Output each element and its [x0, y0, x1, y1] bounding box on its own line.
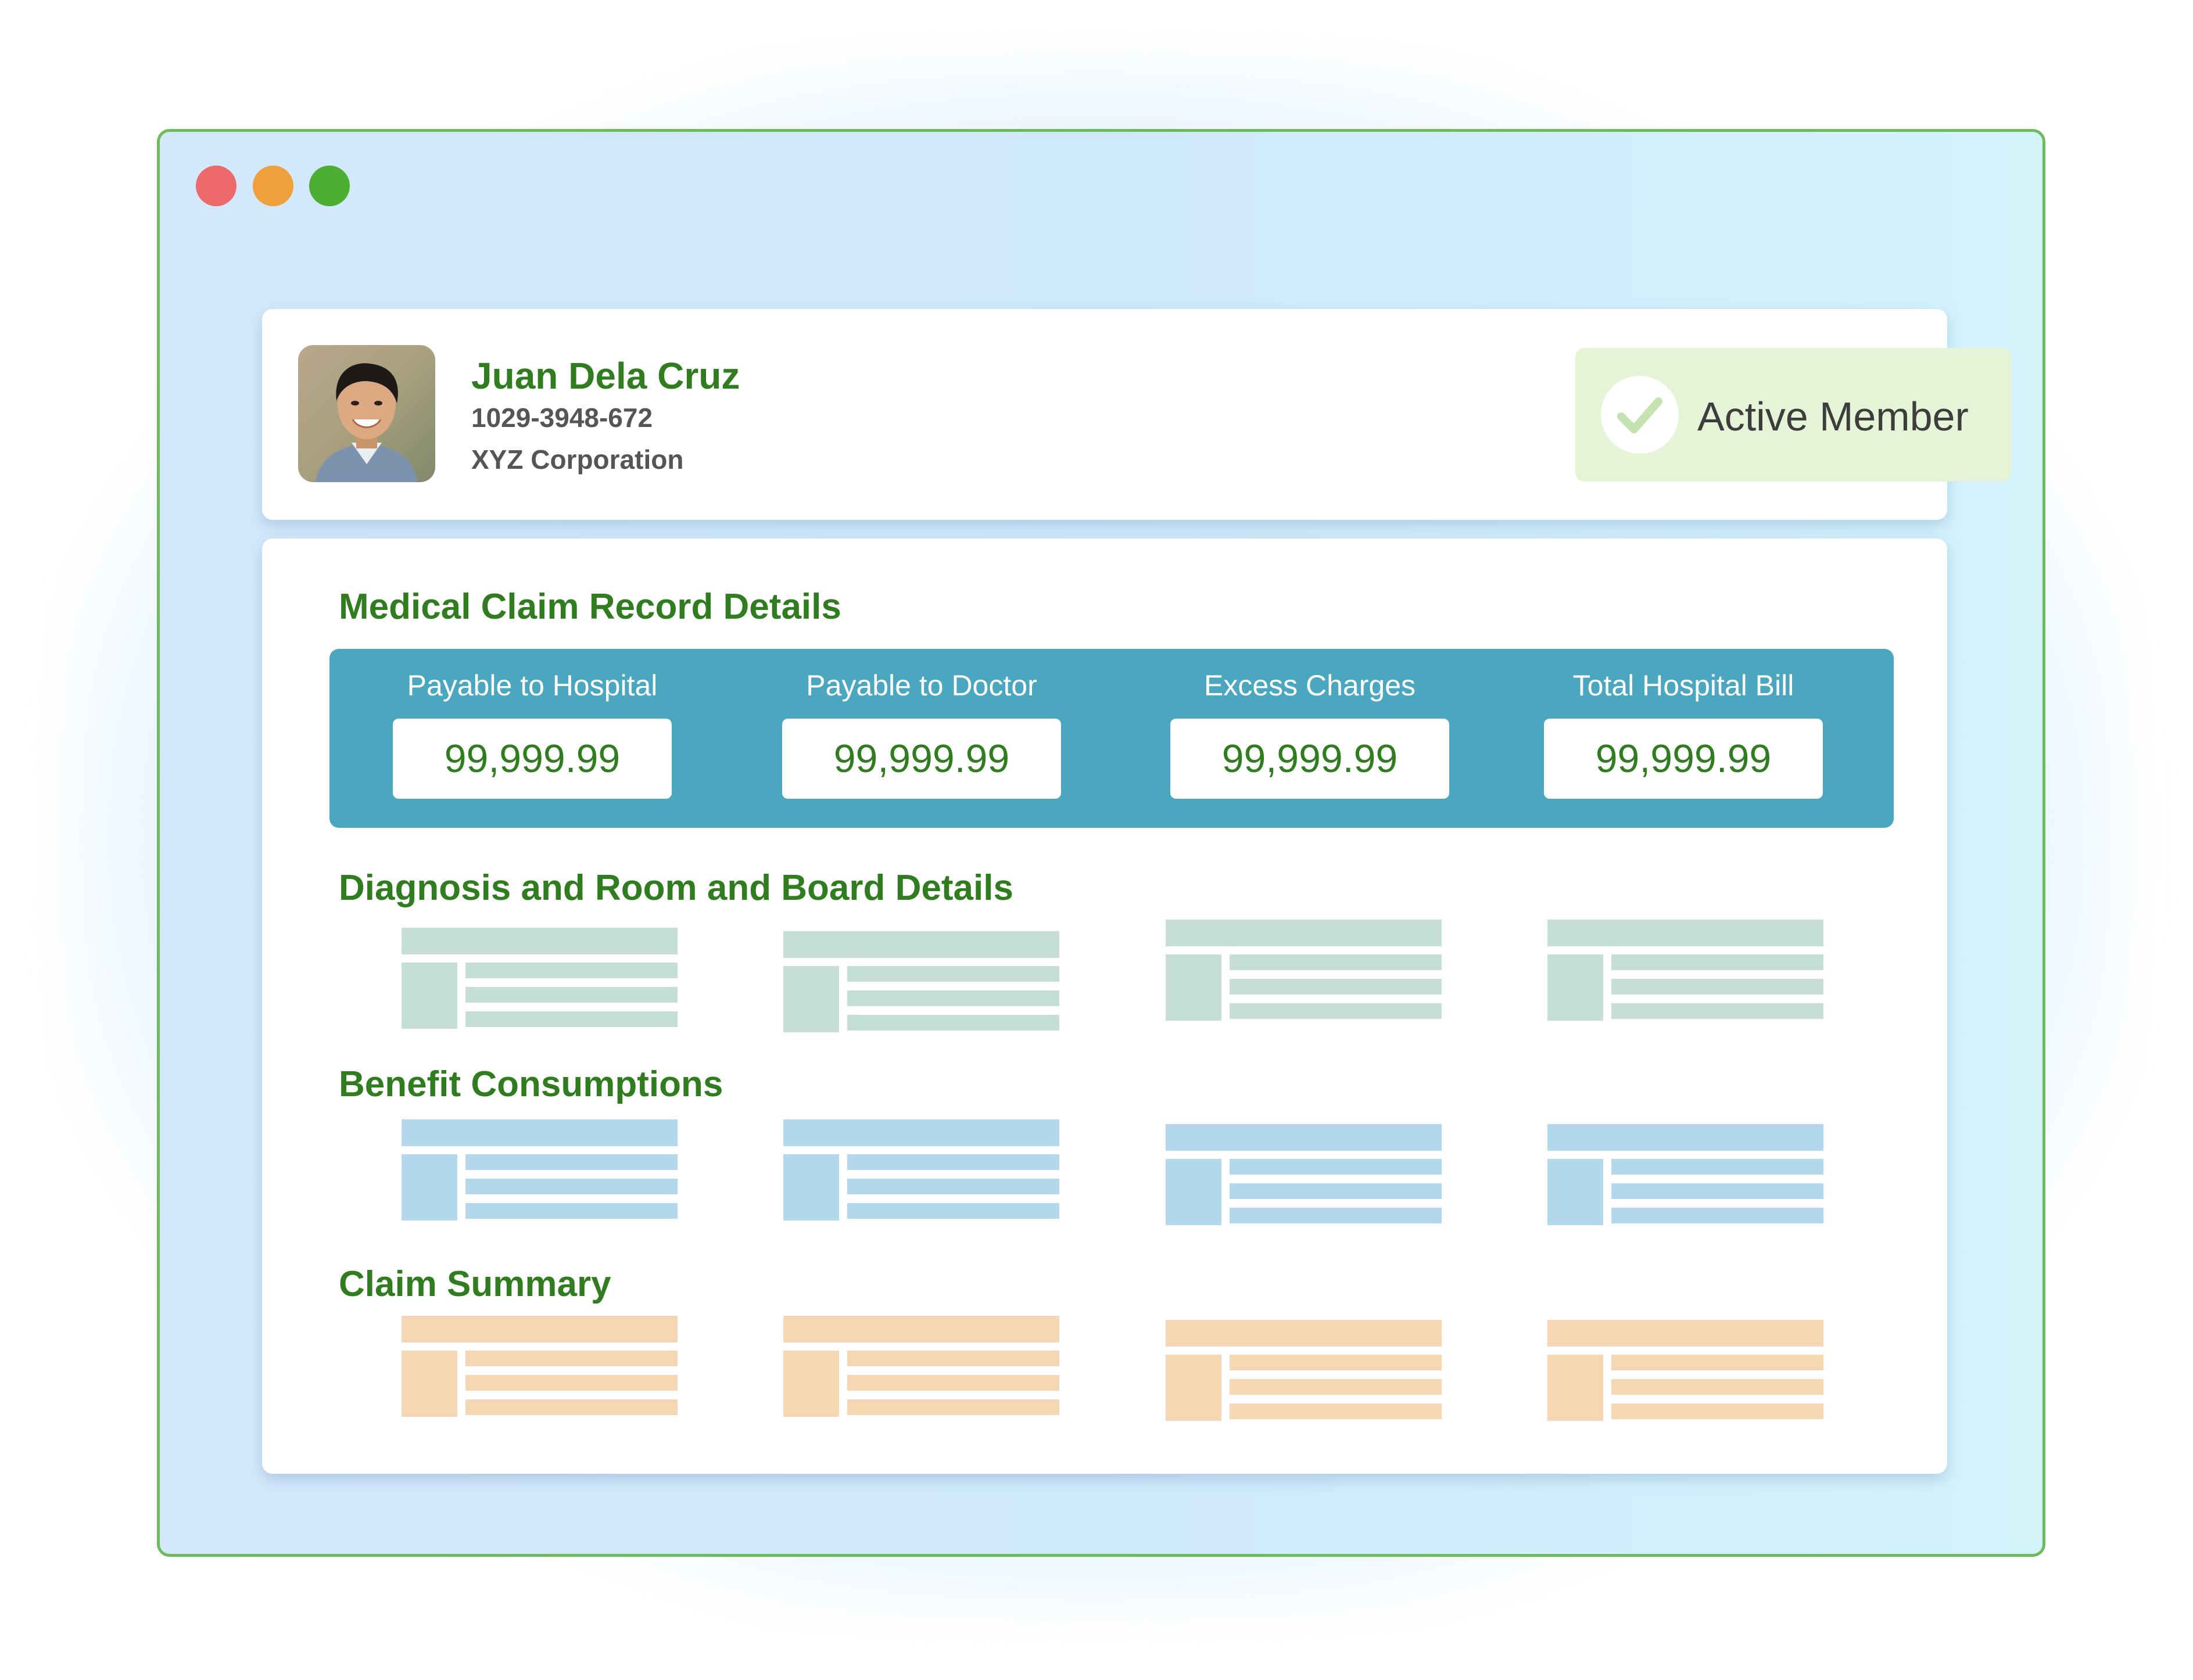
- benefit-card-placeholder: [402, 1119, 678, 1230]
- maximize-window-button[interactable]: [309, 166, 350, 206]
- benefit-card-placeholder: [1547, 1124, 1823, 1234]
- amount-excess-charges: Excess Charges 99,999.99: [1170, 649, 1449, 828]
- amount-payable-hospital: Payable to Hospital 99,999.99: [393, 649, 672, 828]
- diagnosis-card-placeholder: [783, 931, 1059, 1042]
- benefit-card-placeholder: [1166, 1124, 1442, 1234]
- amount-total-hospital-bill: Total Hospital Bill 99,999.99: [1544, 649, 1823, 828]
- status-text: Active Member: [1697, 394, 1969, 439]
- amount-value: 99,999.99: [1544, 719, 1823, 799]
- amount-value: 99,999.99: [1170, 719, 1449, 799]
- amount-value: 99,999.99: [782, 719, 1061, 799]
- member-name: Juan Dela Cruz: [471, 355, 740, 397]
- member-id-number: 1029-3948-672: [471, 403, 653, 433]
- avatar: [298, 345, 435, 482]
- diagnosis-card-placeholder: [402, 928, 678, 1038]
- benefit-section-title: Benefit Consumptions: [339, 1064, 723, 1104]
- claim-details-card: Medical Claim Record Details Payable to …: [262, 539, 1947, 1474]
- amount-label: Total Hospital Bill: [1572, 669, 1794, 702]
- claim-summary-section-title: Claim Summary: [339, 1264, 611, 1304]
- member-profile-card: Juan Dela Cruz 1029-3948-672 XYZ Corpora…: [262, 309, 2011, 520]
- amount-label: Excess Charges: [1203, 669, 1416, 702]
- diagnosis-card-placeholder: [1166, 920, 1442, 1030]
- amount-payable-doctor: Payable to Doctor 99,999.99: [782, 649, 1061, 828]
- diagnosis-section-title: Diagnosis and Room and Board Details: [339, 868, 1013, 908]
- status-badge: Active Member: [1575, 348, 2011, 482]
- member-company: XYZ Corporation: [471, 444, 684, 475]
- app-window: Juan Dela Cruz 1029-3948-672 XYZ Corpora…: [157, 129, 2045, 1557]
- close-window-button[interactable]: [196, 166, 236, 206]
- amounts-panel: Payable to Hospital 99,999.99 Payable to…: [329, 649, 1894, 828]
- summary-card-placeholder: [402, 1316, 678, 1426]
- diagnosis-card-placeholder: [1547, 920, 1823, 1030]
- claim-record-title: Medical Claim Record Details: [339, 587, 841, 627]
- benefit-card-placeholder: [783, 1119, 1059, 1230]
- check-circle-icon: [1601, 376, 1679, 454]
- summary-card-placeholder: [1166, 1320, 1442, 1430]
- minimize-window-button[interactable]: [253, 166, 293, 206]
- amount-label: Payable to Hospital: [407, 669, 658, 702]
- amount-value: 99,999.99: [393, 719, 672, 799]
- summary-card-placeholder: [1547, 1320, 1823, 1430]
- amount-label: Payable to Doctor: [806, 669, 1037, 702]
- summary-card-placeholder: [783, 1316, 1059, 1426]
